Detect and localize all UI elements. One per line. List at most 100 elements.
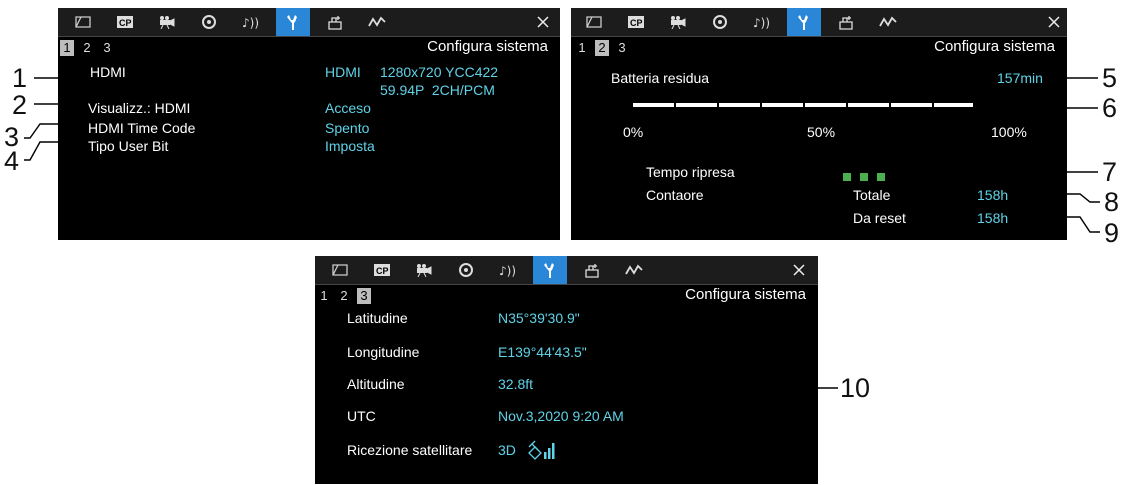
satellite-signal-icon xyxy=(528,440,555,460)
close-button[interactable] xyxy=(531,8,555,36)
rec-indicator-dot xyxy=(860,173,868,181)
menu-tab-bar: CP ♪)) xyxy=(58,8,560,37)
close-button[interactable] xyxy=(1042,8,1066,36)
utc-label: UTC xyxy=(347,408,376,424)
audio-icon: ♪)) xyxy=(753,16,770,29)
close-icon xyxy=(1048,16,1060,28)
page-indicator: 1 2 3 xyxy=(60,40,120,56)
tab-audio[interactable]: ♪)) xyxy=(234,8,268,36)
hour-counter-label: Contaore xyxy=(646,187,704,203)
custom-picture-icon: CP xyxy=(117,16,133,28)
hdmi-display-value[interactable]: Acceso xyxy=(325,100,371,116)
panel-hdmi: CP ♪)) 1 2 3 Configura sistema HDMI HDMI… xyxy=(58,8,560,240)
recording-time-label: Tempo ripresa xyxy=(646,164,735,180)
tab-custom-picture[interactable]: CP xyxy=(365,256,399,284)
longitude-label: Longitudine xyxy=(347,344,420,360)
tab-recording[interactable] xyxy=(192,8,226,36)
close-icon xyxy=(537,16,549,28)
altitude-value: 32.8ft xyxy=(498,376,534,392)
tab-waveform[interactable] xyxy=(617,256,651,284)
page-1[interactable]: 1 xyxy=(575,40,589,56)
tab-monitor[interactable] xyxy=(323,256,357,284)
page-2[interactable]: 2 xyxy=(337,288,351,304)
page-3[interactable]: 3 xyxy=(357,288,371,304)
monitor-icon xyxy=(75,16,91,28)
callout-1: 1 xyxy=(12,63,28,93)
tab-recording[interactable] xyxy=(449,256,483,284)
page-title: Configura sistema xyxy=(427,38,548,55)
close-icon xyxy=(793,264,805,276)
page-2[interactable]: 2 xyxy=(595,40,609,56)
recording-media-icon xyxy=(713,15,727,29)
utc-value: Nov.3,2020 9:20 AM xyxy=(498,408,624,424)
page-1[interactable]: 1 xyxy=(317,288,331,304)
hdmi-label: HDMI xyxy=(90,64,126,80)
reset-value[interactable]: 158h xyxy=(977,210,1008,226)
tab-monitor[interactable] xyxy=(577,8,611,36)
longitude-value: E139°44'43.5" xyxy=(498,344,587,360)
hdmi-display-label: Visualizz.: HDMI xyxy=(88,100,191,116)
tab-audio[interactable]: ♪)) xyxy=(491,256,525,284)
page-3[interactable]: 3 xyxy=(100,40,114,56)
page-2[interactable]: 2 xyxy=(80,40,94,56)
tab-custom-picture[interactable]: CP xyxy=(108,8,142,36)
tab-recording[interactable] xyxy=(703,8,737,36)
callout-6: 6 xyxy=(1102,93,1118,123)
monitor-icon xyxy=(332,264,348,276)
hdmi-time-code-label: HDMI Time Code xyxy=(88,120,196,136)
tab-system-setup[interactable] xyxy=(787,8,821,36)
tab-camera[interactable] xyxy=(150,8,184,36)
latitude-label: Latitudine xyxy=(347,310,408,326)
scale-100-label: 100% xyxy=(991,124,1027,140)
page-indicator: 1 2 3 xyxy=(575,40,635,56)
page-indicator: 1 2 3 xyxy=(317,288,377,304)
audio-icon: ♪)) xyxy=(242,16,259,29)
callout-9: 9 xyxy=(1104,218,1120,248)
audio-icon: ♪)) xyxy=(499,264,516,277)
tab-system-setup[interactable] xyxy=(533,256,567,284)
tab-waveform[interactable] xyxy=(871,8,905,36)
camera-icon xyxy=(671,16,686,29)
hdmi-time-code-value[interactable]: Spento xyxy=(325,120,369,136)
wrench-icon xyxy=(798,15,808,30)
page-3[interactable]: 3 xyxy=(615,40,629,56)
rec-indicator-dot xyxy=(843,173,851,181)
tab-camera[interactable] xyxy=(661,8,695,36)
tab-assign[interactable] xyxy=(318,8,352,36)
tab-audio[interactable]: ♪)) xyxy=(745,8,779,36)
tab-waveform[interactable] xyxy=(360,8,394,36)
svg-text:CP: CP xyxy=(630,18,643,28)
waveform-icon xyxy=(625,264,643,275)
tab-monitor[interactable] xyxy=(66,8,100,36)
battery-bar-ticks xyxy=(633,103,973,107)
satellite-reception-value: 3D xyxy=(498,442,516,458)
reset-label: Da reset xyxy=(853,210,906,226)
satellite-reception-label: Ricezione satellitare xyxy=(347,442,473,458)
assign-button-icon xyxy=(839,16,853,30)
callout-7: 7 xyxy=(1102,157,1118,187)
menu-tab-bar: CP ♪)) xyxy=(571,8,1067,37)
tab-system-setup[interactable] xyxy=(276,8,310,36)
close-button[interactable] xyxy=(787,256,811,284)
svg-text:♪)): ♪)) xyxy=(499,264,516,277)
camera-icon xyxy=(160,16,175,29)
user-bit-type-label: Tipo User Bit xyxy=(88,138,169,154)
latitude-value: N35°39'30.9" xyxy=(498,310,580,326)
battery-remaining-label: Batteria residua xyxy=(611,70,710,86)
total-label: Totale xyxy=(853,187,891,203)
page-1[interactable]: 1 xyxy=(60,40,74,56)
callout-2: 2 xyxy=(12,90,28,120)
tab-camera[interactable] xyxy=(407,256,441,284)
wrench-icon xyxy=(287,15,297,30)
tab-assign[interactable] xyxy=(575,256,609,284)
svg-text:CP: CP xyxy=(376,266,389,276)
page-title: Configura sistema xyxy=(685,286,806,303)
menu-tab-bar: CP ♪)) xyxy=(315,256,818,285)
waveform-icon xyxy=(879,16,897,27)
tab-custom-picture[interactable]: CP xyxy=(619,8,653,36)
user-bit-type-value[interactable]: Imposta xyxy=(325,138,375,154)
callout-5: 5 xyxy=(1102,63,1118,93)
hdmi-output-prefix: HDMI xyxy=(325,64,361,80)
custom-picture-icon: CP xyxy=(628,16,644,28)
tab-assign[interactable] xyxy=(829,8,863,36)
